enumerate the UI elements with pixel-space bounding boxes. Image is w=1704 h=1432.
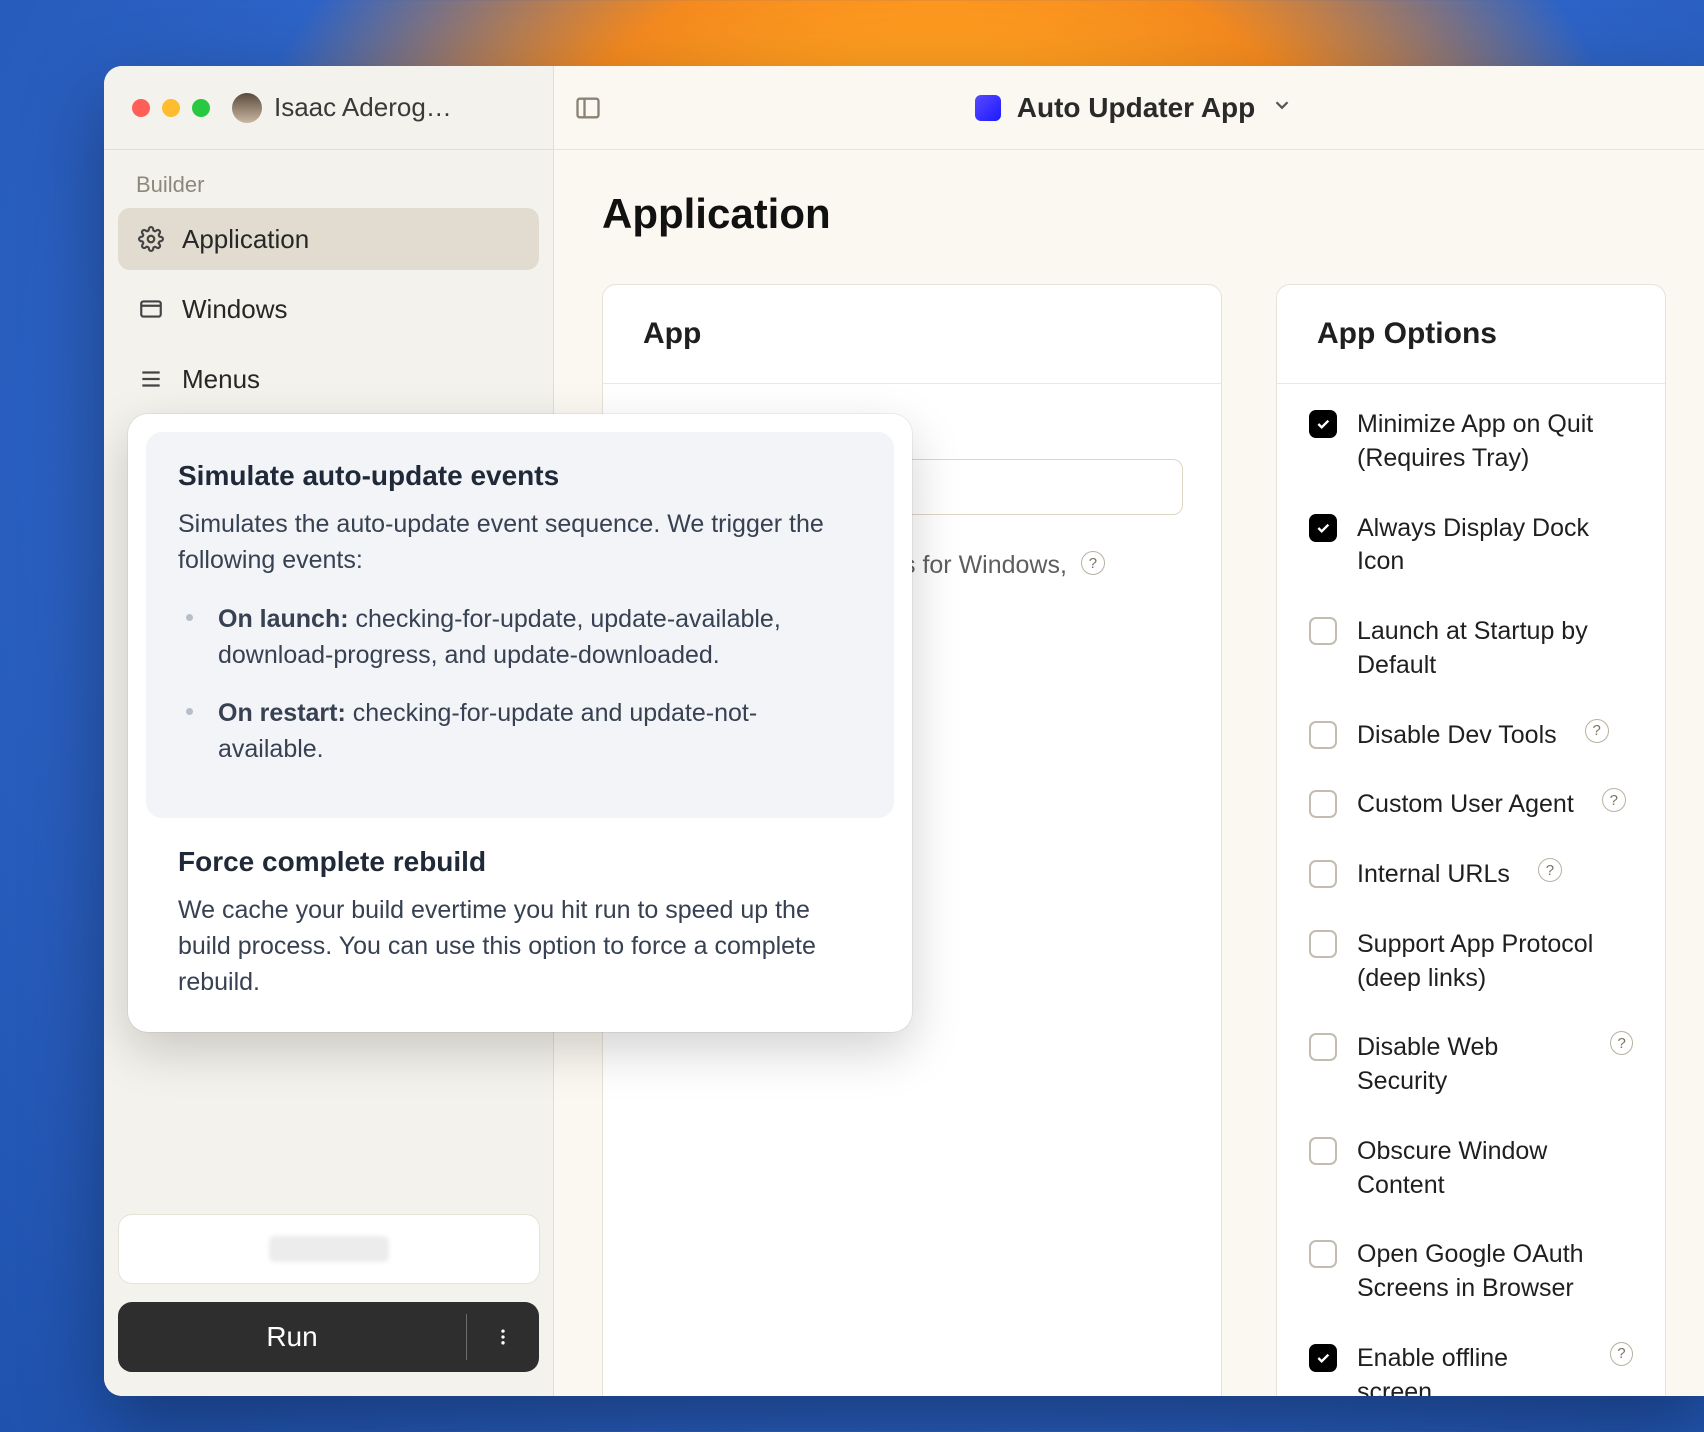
checkbox[interactable] (1309, 860, 1337, 888)
sidebar-item-application[interactable]: Application (118, 208, 539, 270)
help-icon[interactable]: ? (1538, 858, 1562, 882)
menu-icon (138, 366, 164, 392)
sidebar-toggle-icon (574, 94, 602, 122)
option-label: Internal URLs (1357, 858, 1510, 892)
option-row[interactable]: Internal URLs? (1309, 858, 1633, 892)
dots-vertical-icon (493, 1327, 513, 1347)
option-row[interactable]: Open Google OAuth Screens in Browser (1309, 1238, 1633, 1306)
page-title: Application (602, 190, 1666, 238)
option-label: Obscure Window Content (1357, 1135, 1633, 1203)
app-switcher-label: Auto Updater App (1017, 92, 1256, 124)
option-label: Custom User Agent (1357, 788, 1574, 822)
option-label: Disable Dev Tools (1357, 719, 1557, 753)
option-row[interactable]: Disable Dev Tools? (1309, 719, 1633, 753)
sidebar-item-windows[interactable]: Windows (118, 278, 539, 340)
help-icon[interactable]: ? (1081, 551, 1105, 575)
app-card-header: App (603, 285, 1221, 384)
option-row[interactable]: Always Display Dock Icon (1309, 512, 1633, 580)
panel-toggle-button[interactable] (572, 92, 604, 124)
help-icon[interactable]: ? (1610, 1342, 1633, 1366)
help-icon[interactable]: ? (1602, 788, 1626, 812)
run-button-menu[interactable] (467, 1327, 539, 1347)
option-label: Minimize App on Quit (Requires Tray) (1357, 408, 1633, 476)
option-label: Open Google OAuth Screens in Browser (1357, 1238, 1633, 1306)
checkbox[interactable] (1309, 930, 1337, 958)
popover-item-description: Simulates the auto-update event sequence… (178, 506, 862, 579)
sidebar-item-menus[interactable]: Menus (118, 348, 539, 410)
titlebar: Isaac Aderog… (104, 66, 553, 150)
popover-item-title: Simulate auto-update events (178, 460, 862, 492)
checkbox[interactable] (1309, 1240, 1337, 1268)
popover-item-description: We cache your build evertime you hit run… (178, 892, 862, 1001)
minimize-window-button[interactable] (162, 99, 180, 117)
app-switcher[interactable]: Auto Updater App (975, 92, 1294, 124)
checkbox[interactable] (1309, 1344, 1337, 1372)
user-menu[interactable]: Isaac Aderog… (232, 92, 452, 123)
sidebar-item-label: Application (182, 224, 309, 255)
popover-item-simulate-update[interactable]: Simulate auto-update events Simulates th… (146, 432, 894, 818)
checkbox[interactable] (1309, 514, 1337, 542)
sidebar-item-label: Menus (182, 364, 260, 395)
option-row[interactable]: Minimize App on Quit (Requires Tray) (1309, 408, 1633, 476)
run-button-label: Run (118, 1321, 466, 1353)
gear-icon (138, 226, 164, 252)
fullscreen-window-button[interactable] (192, 99, 210, 117)
checkbox[interactable] (1309, 1137, 1337, 1165)
option-label: Always Display Dock Icon (1357, 512, 1633, 580)
help-icon[interactable]: ? (1585, 719, 1609, 743)
option-label: Launch at Startup by Default (1357, 615, 1633, 683)
checkbox[interactable] (1309, 410, 1337, 438)
run-button[interactable]: Run (118, 1302, 539, 1372)
option-label: Support App Protocol (deep links) (1357, 928, 1633, 996)
user-name: Isaac Aderog… (274, 92, 452, 123)
help-icon[interactable]: ? (1610, 1031, 1633, 1055)
option-row[interactable]: Disable Web Security? (1309, 1031, 1633, 1099)
app-options-header: App Options (1277, 285, 1665, 384)
option-row[interactable]: Support App Protocol (deep links) (1309, 928, 1633, 996)
sidebar-item-label: Windows (182, 294, 287, 325)
chevron-down-icon (1271, 94, 1293, 121)
run-options-popover: Simulate auto-update events Simulates th… (128, 414, 912, 1032)
checkbox[interactable] (1309, 721, 1337, 749)
checkbox[interactable] (1309, 1033, 1337, 1061)
window-icon (138, 296, 164, 322)
sidebar-section-label: Builder (118, 172, 539, 198)
avatar (232, 93, 262, 123)
checkbox[interactable] (1309, 790, 1337, 818)
app-options-card: App Options Minimize App on Quit (Requir… (1276, 284, 1666, 1396)
popover-item-title: Force complete rebuild (178, 846, 862, 878)
release-pill[interactable] (118, 1214, 540, 1284)
popover-item-force-rebuild[interactable]: Force complete rebuild We cache your bui… (146, 818, 894, 1001)
option-row[interactable]: Enable offline screen? (1309, 1342, 1633, 1396)
main-header: Auto Updater App (554, 66, 1704, 150)
close-window-button[interactable] (132, 99, 150, 117)
checkbox[interactable] (1309, 617, 1337, 645)
app-window: Isaac Aderog… Builder Application Window… (104, 66, 1704, 1396)
option-label: Disable Web Security (1357, 1031, 1582, 1099)
option-row[interactable]: Custom User Agent? (1309, 788, 1633, 822)
app-icon (975, 95, 1001, 121)
option-label: Enable offline screen (1357, 1342, 1582, 1396)
option-row[interactable]: Launch at Startup by Default (1309, 615, 1633, 683)
option-row[interactable]: Obscure Window Content (1309, 1135, 1633, 1203)
window-controls (132, 99, 210, 117)
